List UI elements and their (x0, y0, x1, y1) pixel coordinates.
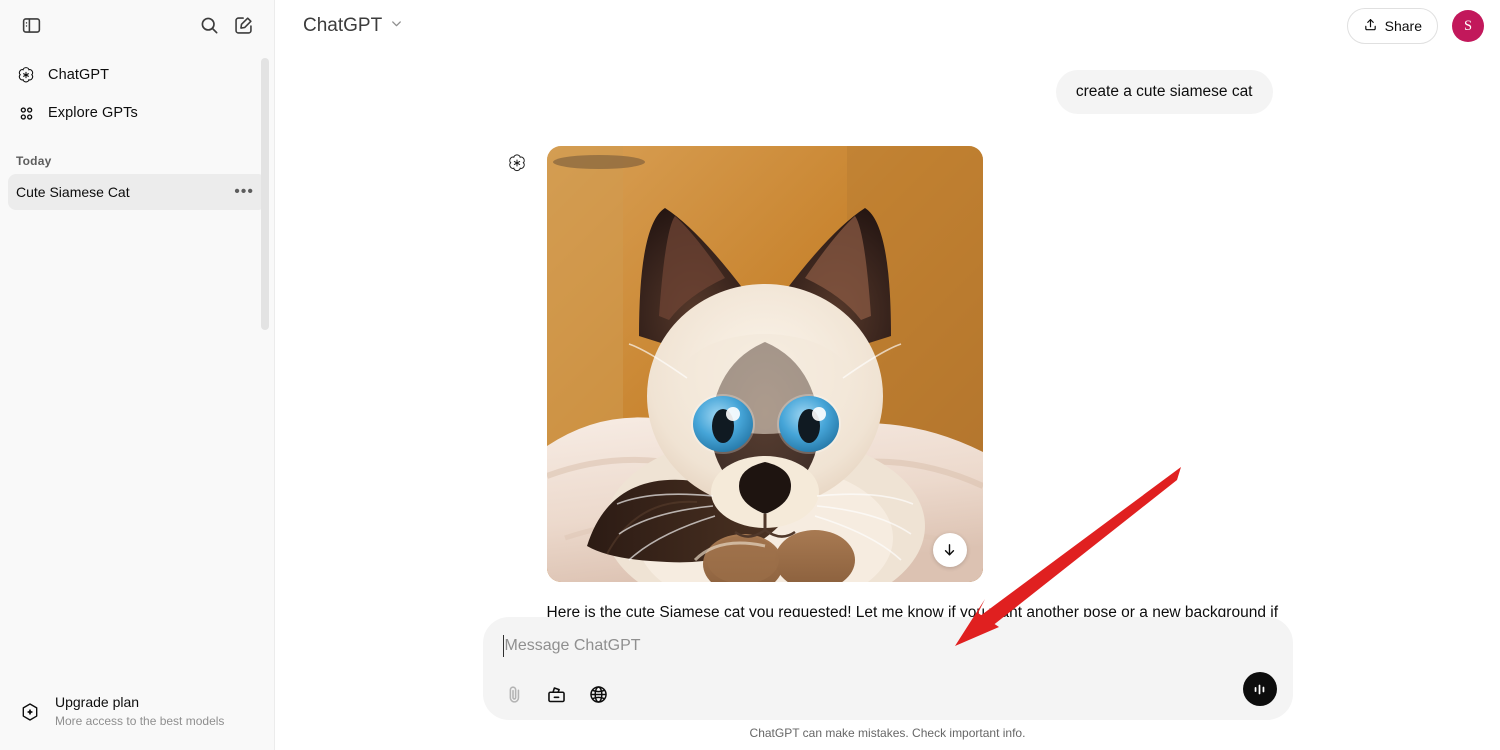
chat-history-item-title: Cute Siamese Cat (16, 184, 130, 200)
top-bar: ChatGPT Share S (275, 0, 1500, 52)
user-avatar[interactable]: S (1452, 10, 1484, 42)
message-input-placeholder: Message ChatGPT (504, 637, 641, 654)
sidebar-item-chatgpt[interactable]: ChatGPT (8, 56, 266, 94)
composer-area: Message ChatGPT ChatGPT can make mistake… (275, 617, 1500, 750)
chevron-down-icon (389, 15, 404, 37)
sidebar-item-label: Explore GPTs (48, 105, 138, 121)
sidebar-footer: Upgrade plan More access to the best mod… (0, 678, 274, 750)
main-area: ChatGPT Share S create a cute siamese ca… (275, 0, 1500, 750)
composer-tools (501, 681, 1275, 707)
assistant-message-row: Here is the cute Siamese cat you request… (503, 146, 1278, 653)
sidebar-scrollbar-thumb[interactable] (261, 58, 269, 330)
tools-toolbox-icon[interactable] (544, 681, 570, 707)
chat-history-list: Cute Siamese Cat ••• (0, 174, 274, 210)
composer-actions (1242, 672, 1277, 706)
upgrade-hexagon-icon (16, 698, 44, 726)
sidebar-toggle-icon[interactable] (14, 8, 48, 42)
generated-image[interactable] (546, 146, 983, 583)
upgrade-plan-title: Upgrade plan (55, 694, 140, 710)
attach-file-icon[interactable] (502, 681, 528, 707)
chat-history-item[interactable]: Cute Siamese Cat ••• (8, 174, 266, 210)
composer[interactable]: Message ChatGPT (482, 617, 1293, 720)
download-image-button[interactable] (932, 533, 967, 568)
openai-logo-icon (16, 65, 36, 85)
search-icon[interactable] (192, 8, 226, 42)
chatgpt-app: ChatGPT Explore GPTs Today Cute Siamese … (0, 0, 1500, 750)
sidebar-section-today: Today (16, 154, 52, 168)
text-caret (502, 635, 504, 657)
share-button-label: Share (1384, 18, 1422, 34)
upgrade-plan-subtitle: More access to the best models (55, 714, 225, 728)
upgrade-plan-button[interactable]: Upgrade plan More access to the best mod… (8, 686, 266, 738)
model-selector[interactable]: ChatGPT (299, 10, 413, 42)
assistant-openai-logo-icon (503, 149, 531, 177)
sidebar-item-explore-gpts[interactable]: Explore GPTs (8, 94, 266, 132)
share-upload-icon (1363, 17, 1378, 35)
disclaimer-text: ChatGPT can make mistakes. Check importa… (749, 726, 1026, 740)
generated-image-artwork (546, 146, 983, 583)
sidebar-header (0, 0, 274, 50)
chat-options-icon[interactable]: ••• (234, 184, 258, 200)
new-chat-icon[interactable] (226, 8, 260, 42)
user-message-bubble: create a cute siamese cat (1055, 70, 1273, 115)
globe-web-search-icon[interactable] (586, 681, 612, 707)
assistant-message-body: Here is the cute Siamese cat you request… (546, 146, 1287, 653)
grid-dots-icon (16, 103, 36, 123)
message-input[interactable]: Message ChatGPT (501, 631, 1275, 661)
sidebar: ChatGPT Explore GPTs Today Cute Siamese … (0, 0, 275, 750)
conversation-thread: create a cute siamese cat Here is the cu… (503, 52, 1278, 653)
share-button[interactable]: Share (1346, 8, 1438, 44)
model-name-label: ChatGPT (303, 15, 383, 36)
sidebar-item-label: ChatGPT (48, 67, 110, 83)
voice-mode-button[interactable] (1242, 672, 1277, 706)
user-message-row: create a cute siamese cat (503, 70, 1273, 115)
sidebar-nav: ChatGPT Explore GPTs (0, 50, 274, 132)
